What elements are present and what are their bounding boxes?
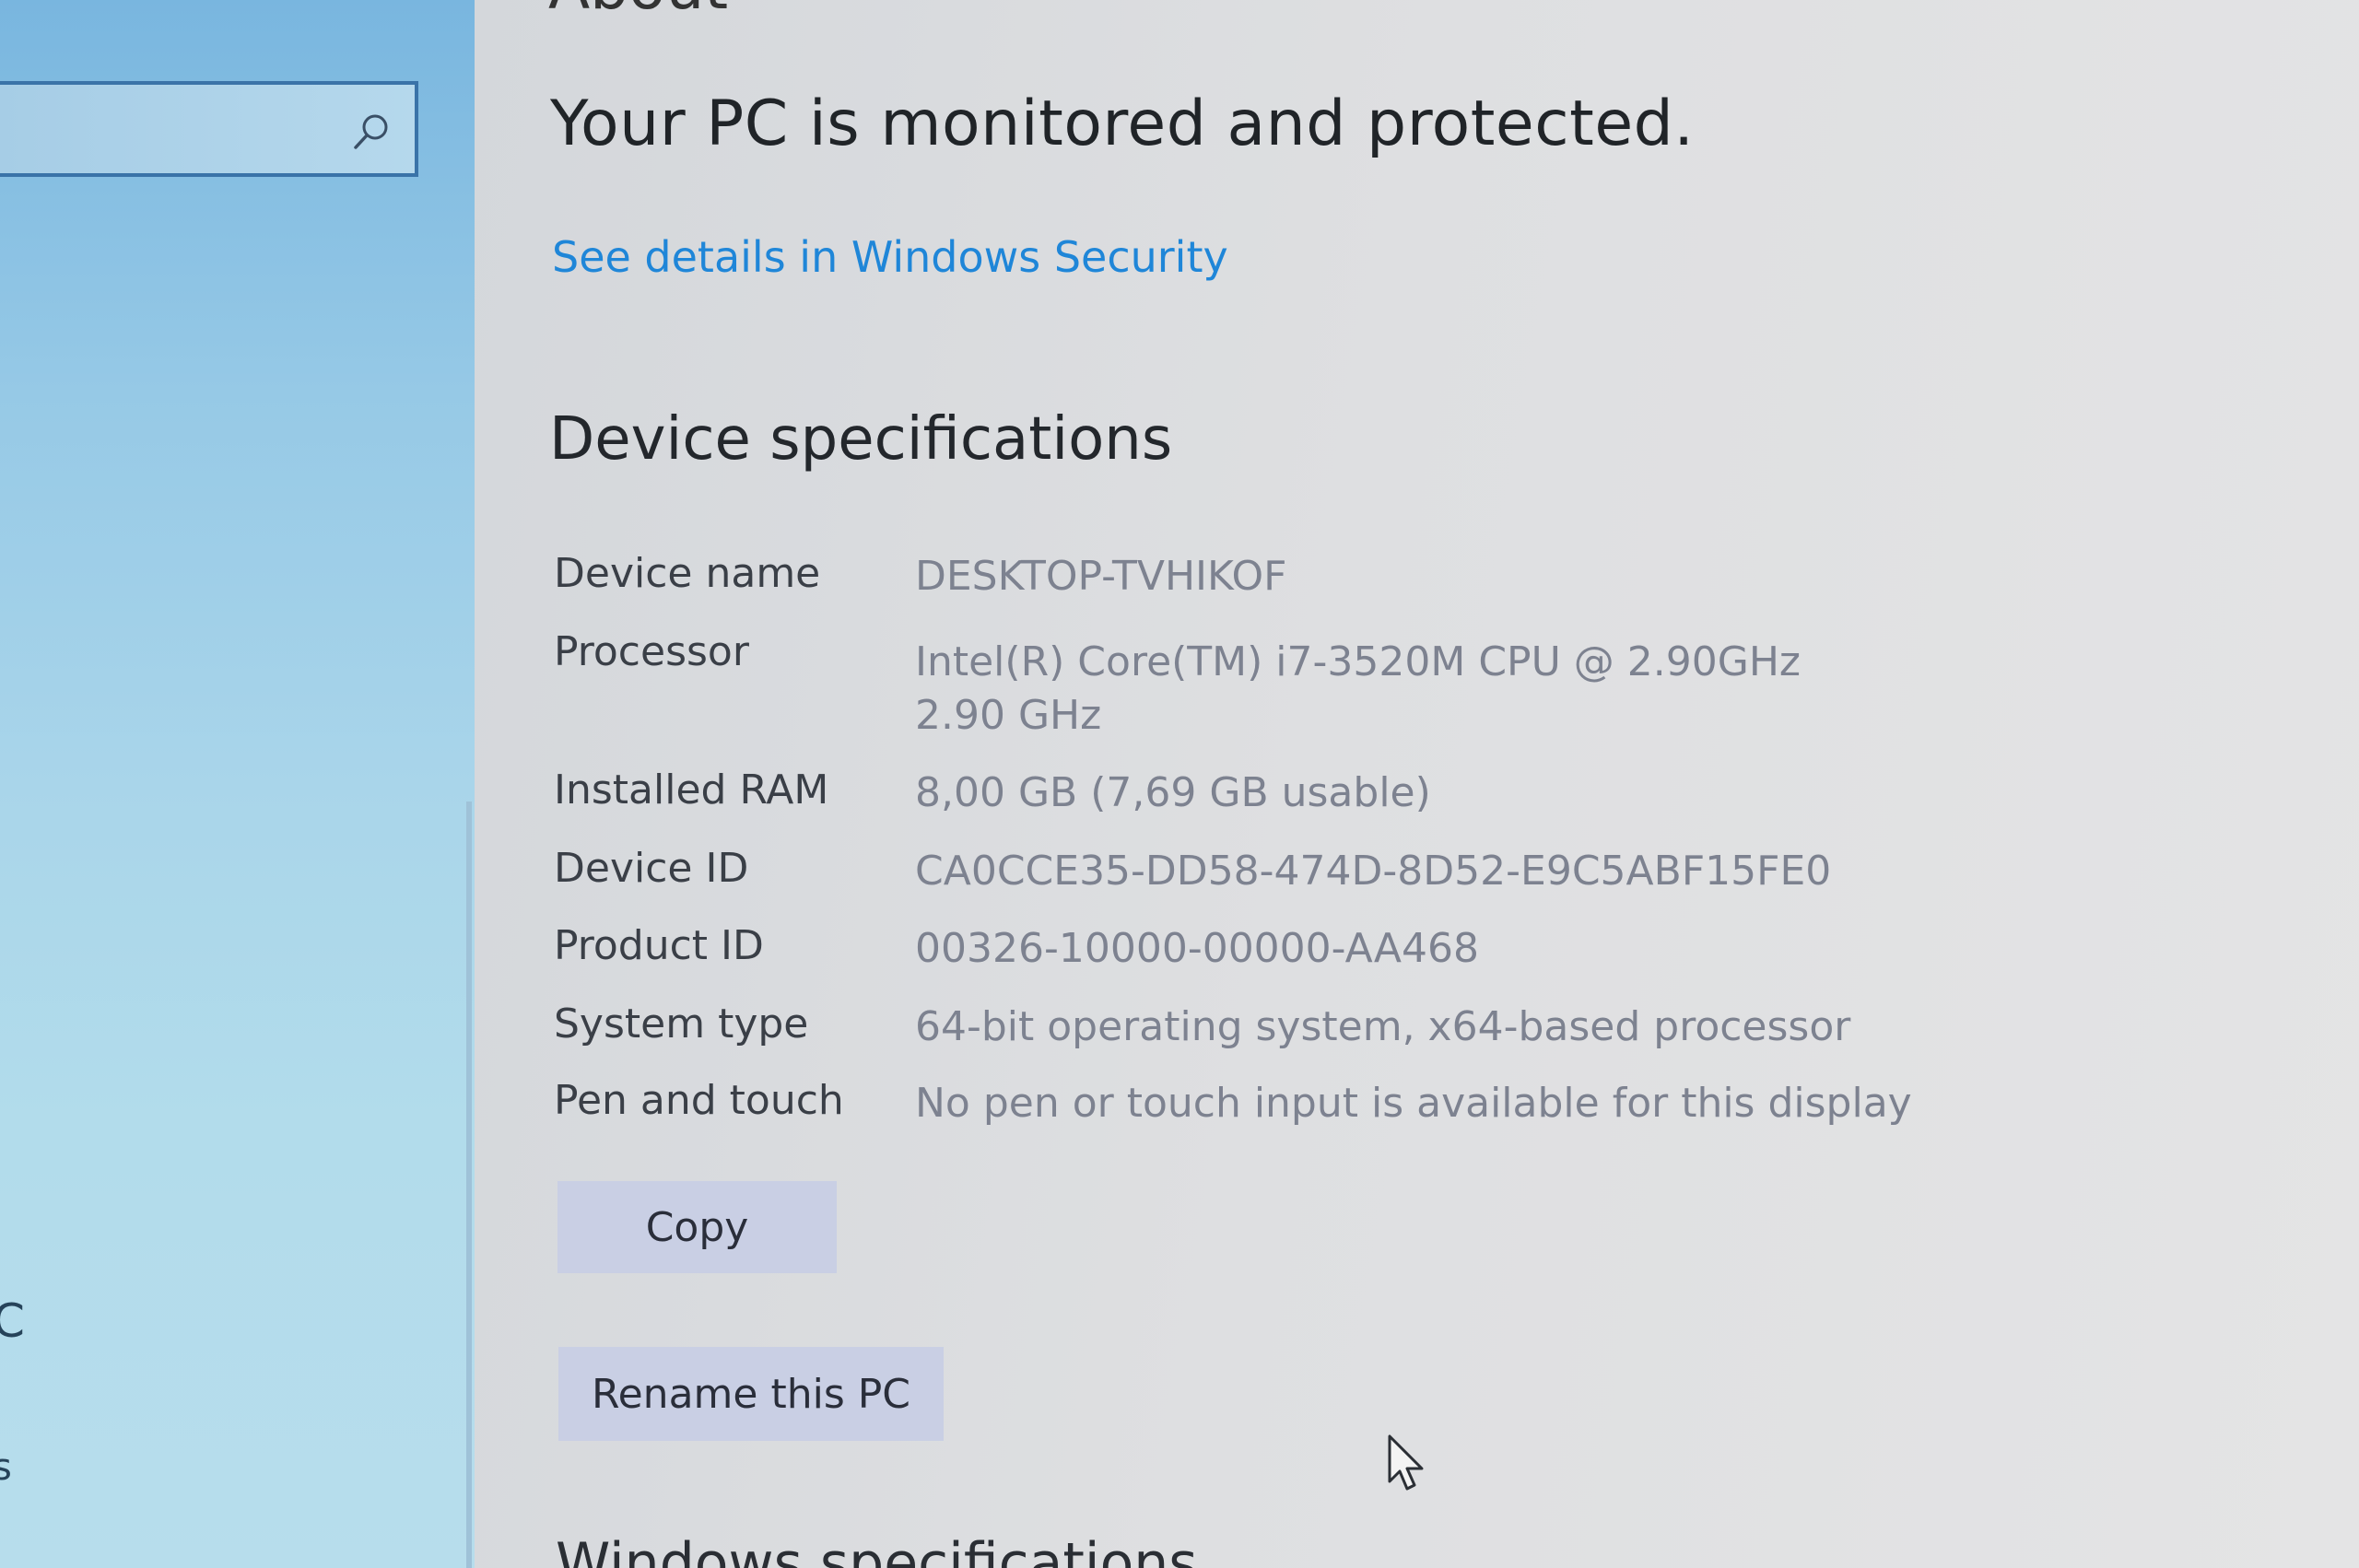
sidebar: C s <box>0 0 475 1568</box>
copy-button[interactable]: Copy <box>557 1181 837 1273</box>
spec-value-system-type: 64-bit operating system, x64-based proce… <box>915 1003 1851 1050</box>
spec-value-pen-touch: No pen or touch input is available for t… <box>915 1080 1912 1127</box>
device-specs-title: Device specifications <box>549 405 1173 474</box>
spec-label-pen-touch: Pen and touch <box>554 1077 844 1124</box>
spec-value-device-name: DESKTOP-TVHIKOF <box>915 553 1287 600</box>
spec-label-installed-ram: Installed RAM <box>554 766 829 813</box>
main-content: About Your PC is monitored and protected… <box>475 0 2359 1568</box>
search-input[interactable] <box>0 81 418 177</box>
spec-label-product-id: Product ID <box>554 922 764 969</box>
windows-security-link[interactable]: See details in Windows Security <box>552 232 1228 282</box>
search-icon[interactable] <box>348 109 394 155</box>
spec-value-processor: Intel(R) Core(TM) i7-3520M CPU @ 2.90GHz… <box>915 638 1801 739</box>
spec-label-system-type: System type <box>554 1000 809 1047</box>
spec-value-installed-ram: 8,00 GB (7,69 GB usable) <box>915 769 1431 816</box>
spec-label-device-id: Device ID <box>554 845 749 892</box>
sidebar-fragment-text: C <box>0 1294 25 1348</box>
windows-specs-title: Windows specifications <box>556 1531 1198 1568</box>
sidebar-fragment-text: s <box>0 1446 12 1489</box>
settings-window: C s About Your PC is monitored and prote… <box>0 0 2359 1568</box>
sidebar-divider <box>466 802 472 1568</box>
protection-status-heading: Your PC is monitored and protected. <box>550 88 1695 160</box>
rename-pc-button[interactable]: Rename this PC <box>558 1347 944 1441</box>
page-title: About <box>548 0 728 23</box>
spec-label-processor: Processor <box>554 628 749 675</box>
spec-value-device-id: CA0CCE35-DD58-474D-8D52-E9C5ABF15FE0 <box>915 848 1832 895</box>
spec-label-device-name: Device name <box>554 550 821 597</box>
mouse-pointer-icon <box>1388 1434 1424 1491</box>
spec-value-product-id: 00326-10000-00000-AA468 <box>915 925 1479 972</box>
